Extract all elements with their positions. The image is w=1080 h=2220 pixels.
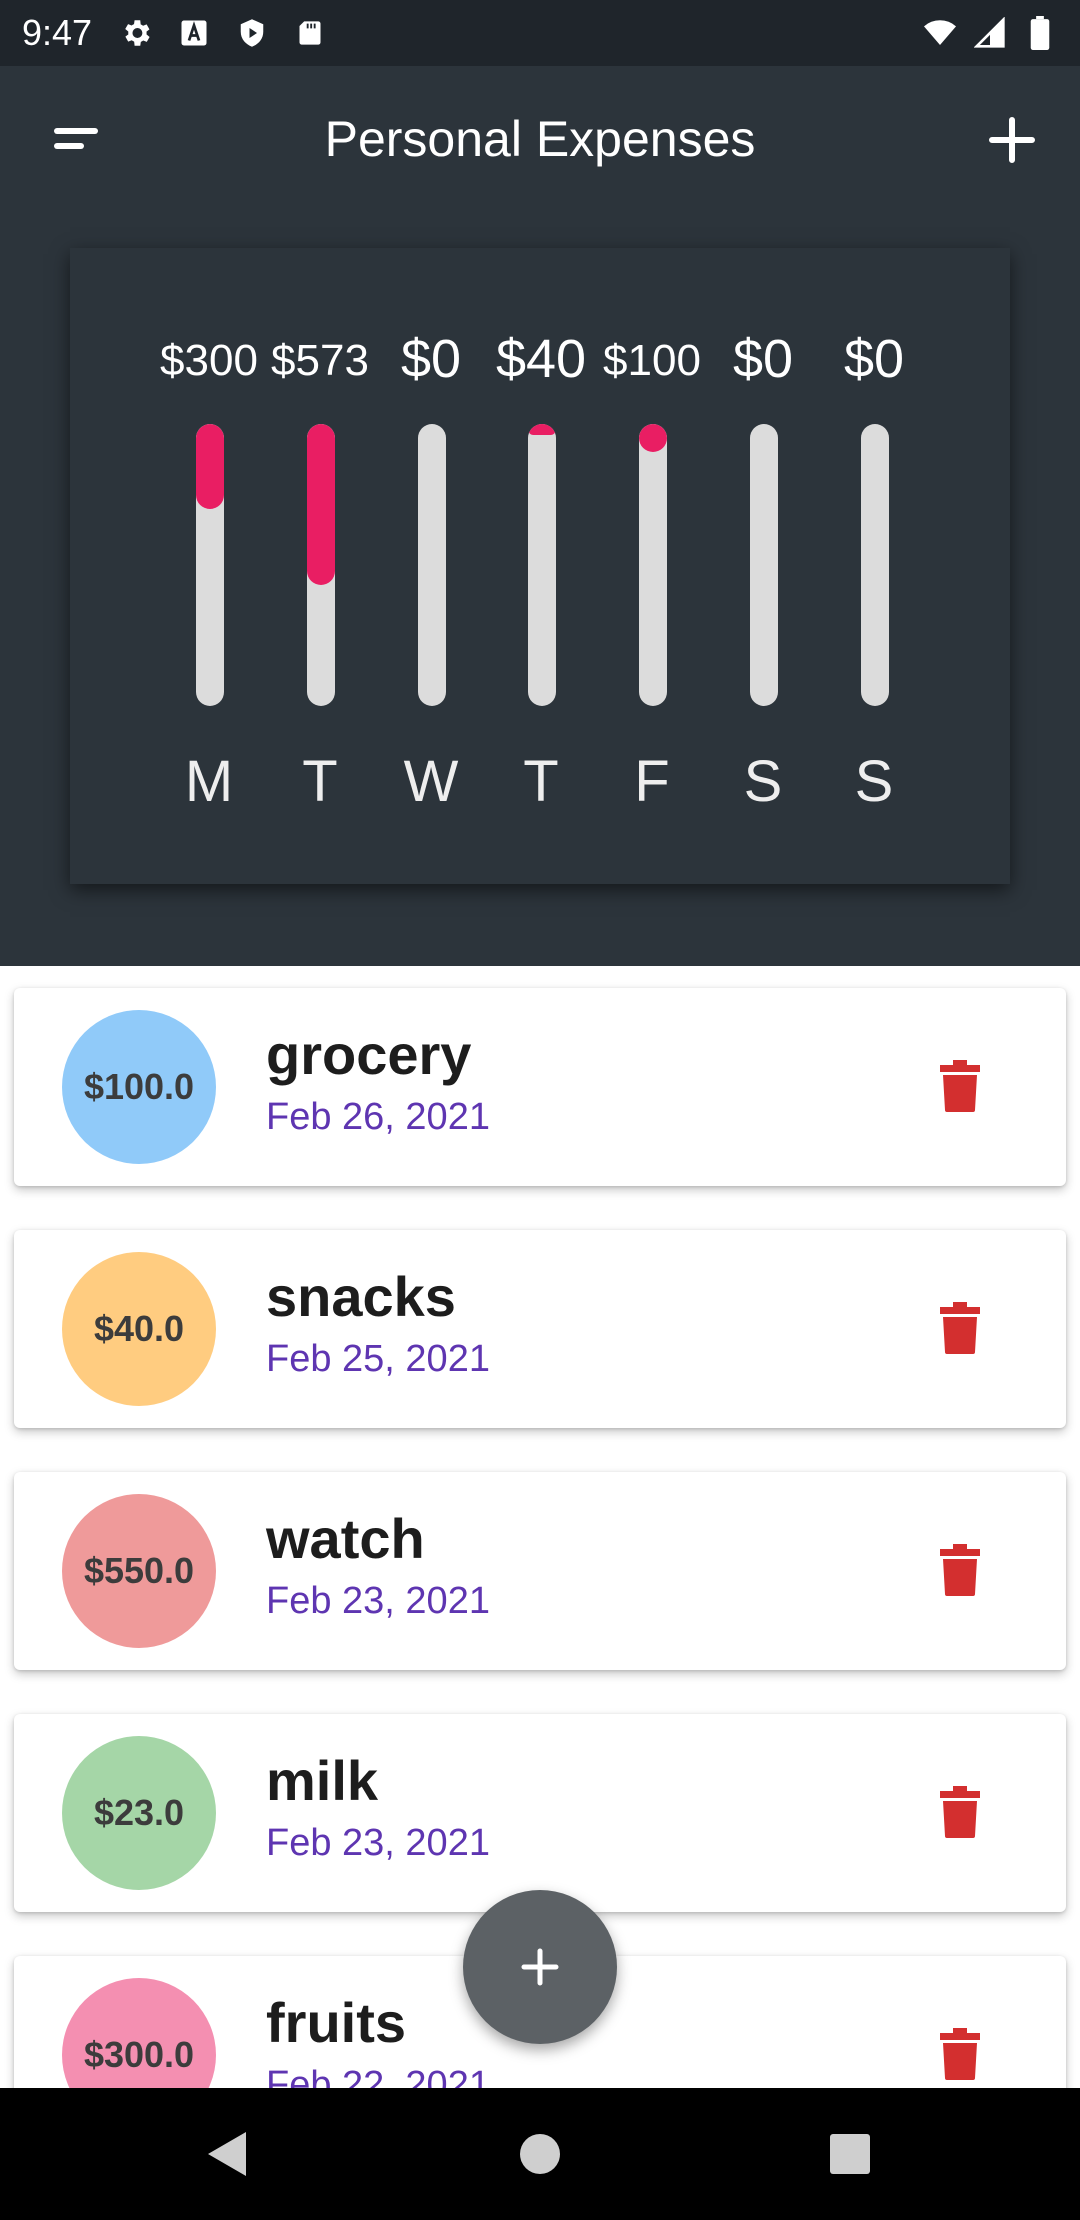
chart-bar-track [196, 424, 224, 706]
transaction-title: snacks [266, 1265, 456, 1328]
chart-bar-fill [639, 424, 667, 452]
status-notification-icons [118, 15, 328, 51]
wifi-icon [922, 15, 958, 51]
signal-icon [972, 15, 1008, 51]
trash-icon [940, 1544, 980, 1596]
system-nav-bar [0, 2088, 1080, 2220]
recents-button[interactable] [770, 2088, 930, 2220]
recents-icon [830, 2134, 870, 2174]
transaction-card[interactable]: $100.0 grocery Feb 26, 2021 [14, 988, 1066, 1186]
transaction-date: Feb 22, 2021 [266, 2064, 490, 2088]
chart-bar-amount: $0 [843, 329, 905, 389]
chart-bar-day: S [854, 749, 894, 814]
chart-bar-day: F [634, 749, 670, 814]
amount-avatar: $23.0 [62, 1736, 216, 1890]
shield-play-icon [234, 15, 270, 51]
chart-bar-amount: $0 [400, 329, 462, 389]
delete-button[interactable] [940, 1060, 980, 1112]
chart-bar-day: W [403, 749, 459, 814]
status-time: 9:47 [22, 12, 93, 53]
chart-bar-day: M [184, 749, 234, 814]
transaction-title: milk [266, 1749, 379, 1812]
battery-icon [1022, 15, 1058, 51]
chart-bar-day: T [523, 749, 559, 814]
chart-bar-fill [196, 424, 224, 509]
delete-button[interactable] [940, 1544, 980, 1596]
plus-icon [521, 1948, 559, 1986]
transaction-card[interactable]: $40.0 snacks Feb 25, 2021 [14, 1230, 1066, 1428]
transaction-card[interactable]: $550.0 watch Feb 23, 2021 [14, 1472, 1066, 1670]
weekly-chart: $300 M $573 T $0 W $40 T $100 F $0 S $0 S [70, 248, 1010, 884]
back-icon [208, 2132, 246, 2176]
transaction-title: watch [266, 1507, 425, 1570]
chart-bar-amount: $40 [495, 329, 587, 389]
chart-bar-track [750, 424, 778, 706]
page-title: Personal Expenses [324, 111, 756, 167]
transaction-date: Feb 25, 2021 [266, 1338, 490, 1380]
delete-button[interactable] [940, 1302, 980, 1354]
transaction-date: Feb 26, 2021 [266, 1096, 490, 1138]
transaction-date: Feb 23, 2021 [266, 1822, 490, 1864]
add-transaction-fab[interactable] [463, 1890, 617, 2044]
home-button[interactable] [460, 2088, 620, 2220]
amount-avatar: $550.0 [62, 1494, 216, 1648]
trash-icon [940, 2028, 980, 2080]
amount-avatar: $300.0 [62, 1978, 216, 2088]
chart-bar-amount: $300 [160, 336, 258, 385]
app-bar: Personal Expenses [0, 66, 1080, 222]
chart-bar-amount: $573 [271, 336, 369, 385]
chart-bar-track [528, 424, 556, 706]
chart-bar-fill [528, 424, 556, 435]
transaction-title: fruits [266, 1991, 406, 2054]
text-a-icon [176, 15, 212, 51]
trash-icon [940, 1302, 980, 1354]
trash-icon [940, 1786, 980, 1838]
delete-button[interactable] [940, 2028, 980, 2080]
chart-bar-track [418, 424, 446, 706]
status-bar: 9:47 [0, 0, 1080, 66]
chart-bar-amount: $0 [732, 329, 794, 389]
delete-button[interactable] [940, 1786, 980, 1838]
amount-avatar: $40.0 [62, 1252, 216, 1406]
plus-icon [989, 117, 1035, 163]
amount-avatar: $100.0 [62, 1010, 216, 1164]
trash-icon [940, 1060, 980, 1112]
chart-bar-track [639, 424, 667, 706]
chart-bar-track [861, 424, 889, 706]
transaction-card[interactable]: $23.0 milk Feb 23, 2021 [14, 1714, 1066, 1912]
home-icon [520, 2134, 560, 2174]
status-system-icons [922, 15, 1058, 51]
transaction-title: grocery [266, 1023, 472, 1086]
chart-bar-day: S [743, 749, 783, 814]
chart-bar-track [307, 424, 335, 706]
app-header: Personal Expenses $300 M $573 T $0 W $40 T $100 F… [0, 66, 1080, 966]
add-expense-button[interactable] [980, 108, 1044, 172]
chart-bar-fill [307, 424, 335, 585]
transaction-date: Feb 23, 2021 [266, 1580, 490, 1622]
back-button[interactable] [146, 2088, 306, 2220]
sd-card-icon [292, 15, 328, 51]
chart-bar-amount: $100 [603, 336, 701, 385]
chart-bar-day: T [302, 749, 338, 814]
gear-icon [118, 15, 154, 51]
